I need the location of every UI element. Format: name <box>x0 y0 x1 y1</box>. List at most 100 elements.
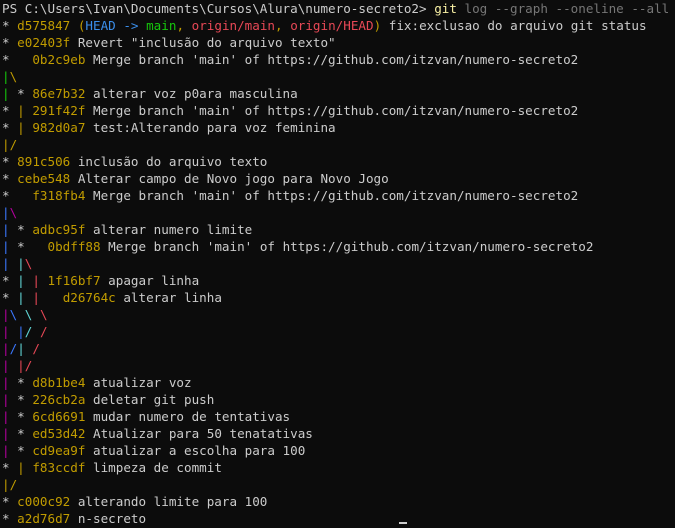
log-text: alterar numero limite <box>85 222 253 237</box>
text-cursor <box>399 522 407 524</box>
graph-edge: | <box>2 256 18 271</box>
terminal-output[interactable]: PS C:\Users\Ivan\Documents\Cursos\Alura\… <box>0 0 675 528</box>
log-text: * <box>17 375 33 390</box>
graph-edge: |/ <box>17 358 33 373</box>
commit-hash: 1f16bf7 <box>47 273 101 288</box>
graph-edge: | <box>17 256 25 271</box>
log-line: |\ \ \ <box>2 306 675 323</box>
commit-hash: 982d0a7 <box>32 120 86 135</box>
graph-edge: | <box>32 273 48 288</box>
graph-edge: | <box>17 324 25 339</box>
graph-edge: | <box>2 69 10 84</box>
log-text: Merge branch 'main' of https://github.co… <box>85 103 579 118</box>
log-text: * <box>2 494 18 509</box>
commit-hash: 86e7b32 <box>32 86 86 101</box>
graph-edge: | <box>2 205 10 220</box>
log-line: | * d8b1be4 atualizar voz <box>2 374 675 391</box>
log-text: * <box>2 171 18 186</box>
prompt-command: git <box>434 1 457 16</box>
log-text: deletar git push <box>85 392 215 407</box>
graph-edge: | <box>32 290 63 305</box>
commit-hash: cebe548 <box>17 171 71 186</box>
commit-hash: 291f42f <box>32 103 86 118</box>
graph-edge: | <box>2 324 18 339</box>
graph-edge: \ <box>24 256 33 271</box>
log-text: Merge branch 'main' of https://github.co… <box>100 239 594 254</box>
log-text: test:Alterando para voz feminina <box>85 120 336 135</box>
log-text: * <box>17 392 33 407</box>
log-line: | * 86e7b32 alterar voz p0ara masculina <box>2 85 675 102</box>
graph-edge: | <box>2 358 18 373</box>
log-text: * <box>17 409 33 424</box>
commit-hash: cd9ea9f <box>32 443 86 458</box>
graph-edge: | <box>17 341 33 356</box>
head-ref: HEAD -> <box>85 18 147 33</box>
log-text: Revert "inclusão do arquivo texto" <box>70 35 336 50</box>
graph-edge: | <box>2 239 18 254</box>
commit-hash: f83ccdf <box>32 460 86 475</box>
log-line: | * ed53d42 Atualizar para 50 tenatativa… <box>2 425 675 442</box>
log-line: * | 982d0a7 test:Alterando para voz femi… <box>2 119 675 136</box>
log-line: * 891c506 inclusão do arquivo texto <box>2 153 675 170</box>
log-line: | * adbc95f alterar numero limite <box>2 221 675 238</box>
log-line: * e02403f Revert "inclusão do arquivo te… <box>2 34 675 51</box>
graph-edge: | <box>17 290 33 305</box>
log-text: PS C:\Users\Ivan\Documents\Cursos\Alura\… <box>2 1 435 16</box>
graph-edge: | <box>2 375 18 390</box>
log-text: * <box>2 35 18 50</box>
log-text: * <box>2 52 33 67</box>
log-text: * <box>2 188 33 203</box>
prompt-line: PS C:\Users\Ivan\Documents\Cursos\Alura\… <box>2 0 675 17</box>
commit-hash: 891c506 <box>17 154 71 169</box>
log-line: | * 6cd6691 mudar numero de tentativas <box>2 408 675 425</box>
graph-edge: | <box>2 86 18 101</box>
graph-edge: |/ <box>2 137 18 152</box>
log-line: | |\ <box>2 255 675 272</box>
graph-edge: | <box>17 103 33 118</box>
log-line: |/ <box>2 476 675 493</box>
log-text: * <box>17 239 48 254</box>
remote-ref: origin/HEAD <box>290 18 374 33</box>
prompt-args: log --graph --oneline --all <box>456 1 670 16</box>
log-line: | * cd9ea9f atualizar a escolha para 100 <box>2 442 675 459</box>
log-line: * | 291f42f Merge branch 'main' of https… <box>2 102 675 119</box>
graph-edge: |/ <box>2 477 18 492</box>
graph-edge: \ <box>24 307 40 322</box>
graph-edge: | <box>2 307 10 322</box>
log-text: * <box>2 290 18 305</box>
log-text: * <box>17 443 33 458</box>
log-line: | * 226cb2a deletar git push <box>2 391 675 408</box>
log-line: * d575847 (HEAD -> main, origin/main, or… <box>2 17 675 34</box>
graph-edge: \ <box>39 307 48 322</box>
log-text: Merge branch 'main' of https://github.co… <box>85 188 579 203</box>
log-line: * f318fb4 Merge branch 'main' of https:/… <box>2 187 675 204</box>
log-text: alterando limite para 100 <box>70 494 268 509</box>
commit-hash: d8b1be4 <box>32 375 86 390</box>
commit-hash: adbc95f <box>32 222 86 237</box>
commit-hash: 0b2c9eb <box>32 52 86 67</box>
log-line: |\ <box>2 68 675 85</box>
commit-hash: d575847 <box>17 18 71 33</box>
log-line: | * 0bdff88 Merge branch 'main' of https… <box>2 238 675 255</box>
log-text: * <box>17 426 33 441</box>
log-text: * <box>2 273 18 288</box>
commit-hash: f318fb4 <box>32 188 86 203</box>
commit-hash: , <box>176 18 192 33</box>
log-line: * | | d26764c alterar linha <box>2 289 675 306</box>
commit-hash: 0bdff88 <box>47 239 101 254</box>
graph-edge: | <box>2 341 10 356</box>
commit-hash: 6cd6691 <box>32 409 86 424</box>
log-text: * <box>2 103 18 118</box>
log-text: alterar voz p0ara masculina <box>85 86 298 101</box>
log-line: * cebe548 Alterar campo de Novo jogo par… <box>2 170 675 187</box>
graph-edge: | <box>2 392 18 407</box>
log-line: |/| / <box>2 340 675 357</box>
log-text: fix:exclusao do arquivo git status <box>381 18 647 33</box>
log-text: mudar numero de tentativas <box>85 409 291 424</box>
graph-edge: | <box>2 222 18 237</box>
log-text: limpeza de commit <box>85 460 222 475</box>
graph-edge: | <box>2 409 18 424</box>
graph-edge: \ <box>9 307 25 322</box>
log-line: * c000c92 alterando limite para 100 <box>2 493 675 510</box>
commit-hash: ( <box>70 18 86 33</box>
